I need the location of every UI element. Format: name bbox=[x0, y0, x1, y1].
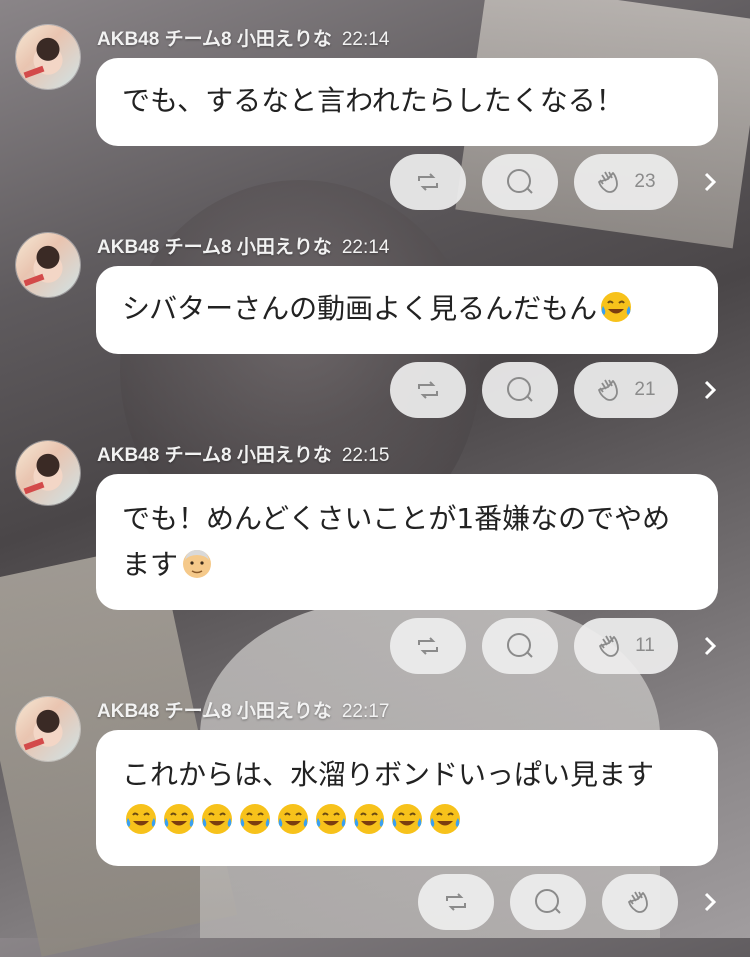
message-time: 22:15 bbox=[341, 445, 390, 466]
more-button[interactable] bbox=[700, 631, 720, 661]
comment-button[interactable] bbox=[510, 874, 586, 930]
clap-button[interactable]: 21 bbox=[574, 362, 678, 418]
tears-of-joy-icon bbox=[202, 804, 232, 834]
clap-count: 23 bbox=[634, 171, 656, 192]
chevron-right-icon bbox=[704, 636, 716, 656]
tears-of-joy-icon bbox=[278, 804, 308, 834]
tears-of-joy-icon bbox=[392, 804, 422, 834]
tears-of-joy-icon bbox=[126, 804, 156, 834]
comment-icon bbox=[535, 889, 561, 914]
comment-button[interactable] bbox=[482, 154, 558, 210]
avatar[interactable] bbox=[16, 697, 80, 761]
message-text: シバターさんの動画よく見るんだもん bbox=[122, 292, 598, 325]
message-meta: AKB48 チーム8 小田えりな 22:15 bbox=[97, 440, 389, 467]
message-time: 22:14 bbox=[341, 237, 390, 258]
more-button[interactable] bbox=[700, 887, 720, 917]
message-bubble: シバターさんの動画よく見るんだもん bbox=[96, 266, 718, 354]
avatar[interactable] bbox=[16, 233, 80, 297]
more-button[interactable] bbox=[700, 375, 720, 405]
repost-button[interactable] bbox=[390, 154, 466, 210]
clap-button[interactable] bbox=[602, 874, 678, 930]
chevron-right-icon bbox=[704, 380, 716, 400]
comment-button[interactable] bbox=[482, 362, 558, 418]
emoji-row bbox=[122, 804, 464, 837]
older-man-icon bbox=[183, 550, 212, 578]
comment-button[interactable] bbox=[482, 618, 558, 674]
message-time: 22:14 bbox=[341, 29, 390, 50]
repost-button[interactable] bbox=[390, 362, 466, 418]
message-bubble: でも、するなと言われたらしたくなる！ bbox=[96, 58, 718, 146]
tears-of-joy-icon bbox=[601, 292, 632, 322]
author-name: AKB48 チーム8 小田えりな bbox=[97, 701, 332, 722]
repost-icon bbox=[418, 381, 438, 399]
message-meta: AKB48 チーム8 小田えりな 22:14 bbox=[97, 232, 389, 259]
author-name: AKB48 チーム8 小田えりな bbox=[97, 445, 332, 466]
repost-icon bbox=[418, 173, 438, 191]
comment-icon bbox=[507, 633, 533, 658]
avatar[interactable] bbox=[16, 441, 80, 505]
repost-icon bbox=[418, 637, 438, 655]
clap-icon bbox=[599, 635, 620, 657]
clap-count: 11 bbox=[635, 635, 655, 656]
comment-icon bbox=[507, 377, 533, 402]
more-button[interactable] bbox=[700, 167, 720, 197]
repost-button[interactable] bbox=[418, 874, 494, 930]
chevron-right-icon bbox=[704, 172, 716, 192]
author-name: AKB48 チーム8 小田えりな bbox=[97, 29, 332, 50]
avatar[interactable] bbox=[16, 25, 80, 89]
message-time: 22:17 bbox=[341, 701, 390, 722]
tears-of-joy-icon bbox=[316, 804, 346, 834]
message-meta: AKB48 チーム8 小田えりな 22:17 bbox=[97, 696, 389, 723]
message-bubble: これからは、水溜りボンドいっぱい見ます bbox=[96, 730, 718, 866]
tears-of-joy-icon bbox=[240, 804, 270, 834]
message-bubble: でも！めんどくさいことが1番嫌なのでやめます bbox=[96, 474, 718, 610]
repost-button[interactable] bbox=[390, 618, 466, 674]
clap-button[interactable]: 11 bbox=[574, 618, 678, 674]
clap-icon bbox=[598, 379, 619, 401]
clap-icon bbox=[628, 891, 648, 913]
message-text: これからは、水溜りボンドいっぱい見ます bbox=[122, 758, 655, 791]
tears-of-joy-icon bbox=[354, 804, 384, 834]
message-meta: AKB48 チーム8 小田えりな 22:14 bbox=[97, 24, 389, 51]
comment-icon bbox=[507, 169, 533, 194]
chevron-right-icon bbox=[704, 892, 716, 912]
author-name: AKB48 チーム8 小田えりな bbox=[97, 237, 332, 258]
clap-button[interactable]: 23 bbox=[574, 154, 678, 210]
clap-count: 21 bbox=[634, 379, 656, 400]
repost-icon bbox=[446, 893, 466, 911]
tears-of-joy-icon bbox=[164, 804, 194, 834]
tears-of-joy-icon bbox=[430, 804, 460, 834]
message-text: でも、するなと言われたらしたくなる！ bbox=[122, 84, 624, 117]
clap-icon bbox=[598, 171, 619, 193]
